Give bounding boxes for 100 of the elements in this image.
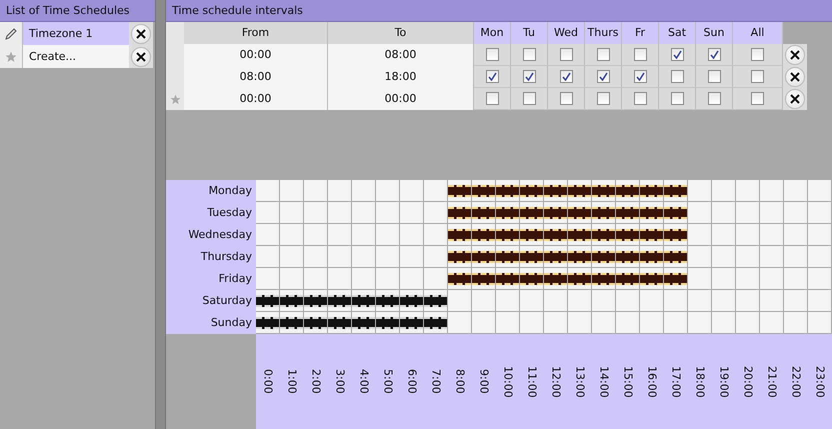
grid-cell[interactable] (256, 180, 280, 202)
grid-cell[interactable] (784, 224, 808, 246)
grid-cell[interactable] (616, 202, 640, 224)
grid-cell[interactable] (424, 290, 448, 312)
grid-cell[interactable] (424, 224, 448, 246)
grid-cell[interactable] (304, 202, 328, 224)
grid-cell[interactable] (328, 312, 352, 334)
grid-cell[interactable] (472, 290, 496, 312)
grid-cell[interactable] (376, 180, 400, 202)
checkbox[interactable] (751, 48, 764, 61)
grid-cell[interactable] (472, 312, 496, 334)
grid-cell[interactable] (736, 268, 760, 290)
checkbox[interactable] (670, 70, 684, 83)
delete-button[interactable] (131, 46, 151, 66)
grid-cell[interactable] (472, 268, 496, 290)
grid-cell[interactable] (448, 268, 472, 290)
grid-cell[interactable] (544, 224, 568, 246)
grid-cell[interactable] (256, 290, 280, 312)
grid-cell[interactable] (472, 180, 496, 202)
checkbox[interactable] (560, 70, 572, 83)
grid-cell[interactable] (448, 202, 472, 224)
grid-cell[interactable] (784, 312, 808, 334)
schedule-item[interactable]: Create... (23, 45, 129, 68)
grid-cell[interactable] (784, 268, 808, 290)
grid-cell[interactable] (376, 290, 400, 312)
grid-cell[interactable] (424, 312, 448, 334)
grid-cell[interactable] (688, 290, 712, 312)
grid-cell[interactable] (640, 268, 664, 290)
grid-cell[interactable] (712, 246, 736, 268)
grid-cell[interactable] (544, 312, 568, 334)
grid-cell[interactable] (448, 180, 472, 202)
grid-cell[interactable] (592, 246, 616, 268)
grid-cell[interactable] (472, 224, 496, 246)
grid-cell[interactable] (760, 180, 784, 202)
grid-cell[interactable] (808, 180, 832, 202)
checkbox[interactable] (560, 48, 572, 61)
grid-cell[interactable] (760, 202, 784, 224)
grid-cell[interactable] (568, 290, 592, 312)
to-time[interactable]: 18:00 (328, 66, 474, 88)
grid-cell[interactable] (592, 202, 616, 224)
grid-cell[interactable] (736, 312, 760, 334)
grid-cell[interactable] (664, 202, 688, 224)
grid-cell[interactable] (664, 268, 688, 290)
grid-cell[interactable] (688, 224, 712, 246)
checkbox[interactable] (751, 70, 764, 83)
grid-cell[interactable] (616, 312, 640, 334)
checkbox[interactable] (596, 48, 610, 61)
grid-cell[interactable] (472, 246, 496, 268)
checkbox[interactable] (751, 92, 764, 105)
checkbox[interactable] (596, 92, 610, 105)
delete-button[interactable] (785, 89, 805, 109)
grid-cell[interactable] (616, 180, 640, 202)
grid-cell[interactable] (400, 312, 424, 334)
grid-cell[interactable] (424, 202, 448, 224)
grid-cell[interactable] (496, 246, 520, 268)
grid-cell[interactable] (256, 268, 280, 290)
grid-cell[interactable] (592, 180, 616, 202)
grid-cell[interactable] (448, 290, 472, 312)
checkbox[interactable] (596, 70, 610, 83)
grid-cell[interactable] (784, 290, 808, 312)
checkbox[interactable] (486, 92, 498, 105)
grid-cell[interactable] (352, 268, 376, 290)
grid-cell[interactable] (376, 312, 400, 334)
grid-cell[interactable] (256, 224, 280, 246)
grid-cell[interactable] (424, 180, 448, 202)
grid-cell[interactable] (664, 290, 688, 312)
grid-cell[interactable] (400, 180, 424, 202)
grid-cell[interactable] (352, 290, 376, 312)
checkbox[interactable] (522, 48, 536, 61)
grid-cell[interactable] (280, 290, 304, 312)
grid-cell[interactable] (328, 246, 352, 268)
grid-cell[interactable] (520, 202, 544, 224)
checkbox[interactable] (522, 70, 536, 83)
grid-cell[interactable] (520, 268, 544, 290)
grid-cell[interactable] (352, 180, 376, 202)
grid-cell[interactable] (760, 312, 784, 334)
grid-cell[interactable] (712, 202, 736, 224)
grid-cell[interactable] (352, 224, 376, 246)
grid-cell[interactable] (328, 268, 352, 290)
grid-cell[interactable] (400, 202, 424, 224)
grid-cell[interactable] (544, 290, 568, 312)
grid-cell[interactable] (496, 202, 520, 224)
grid-cell[interactable] (496, 268, 520, 290)
grid-cell[interactable] (688, 202, 712, 224)
grid-cell[interactable] (592, 268, 616, 290)
grid-cell[interactable] (328, 202, 352, 224)
grid-cell[interactable] (256, 312, 280, 334)
grid-cell[interactable] (448, 246, 472, 268)
from-time[interactable]: 08:00 (184, 66, 328, 88)
grid-cell[interactable] (544, 202, 568, 224)
grid-cell[interactable] (376, 202, 400, 224)
grid-cell[interactable] (808, 246, 832, 268)
grid-cell[interactable] (664, 224, 688, 246)
grid-cell[interactable] (712, 290, 736, 312)
grid-cell[interactable] (616, 268, 640, 290)
grid-cell[interactable] (352, 246, 376, 268)
checkbox[interactable] (634, 48, 646, 61)
grid-cell[interactable] (376, 224, 400, 246)
grid-cell[interactable] (688, 180, 712, 202)
grid-cell[interactable] (808, 224, 832, 246)
